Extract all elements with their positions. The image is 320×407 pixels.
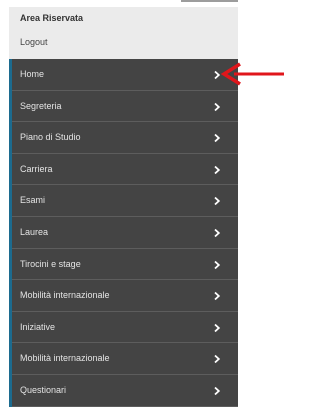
menu-item-mobilita-internazionale[interactable]: Mobilità internazionale [12,280,238,312]
sidebar-header: Area Riservata Logout [9,7,238,59]
menu-item-iniziative[interactable]: Iniziative [12,312,238,344]
menu-item-tirocini-e-stage[interactable]: Tirocini e stage [12,249,238,281]
menu-item-piano-di-studio[interactable]: Piano di Studio [12,122,238,154]
chevron-right-icon [214,355,221,364]
chevron-right-icon [214,386,221,396]
menu-item-laurea[interactable]: Laurea [12,217,238,249]
menu-item-label: Tirocini e stage [20,258,81,269]
menu-item-carriera[interactable]: Carriera [12,154,238,186]
sidebar-menu: Area Riservata Logout Home Segreteria Pi… [9,7,238,407]
menu-item-label: Laurea [20,226,49,237]
chevron-right-icon [214,197,221,206]
top-divider [181,0,238,2]
menu-item-label: Piano di Studio [20,132,81,143]
area-riservata-title: Area Riservata [20,13,84,23]
menu-item-label: Carriera [20,163,53,174]
chevron-right-icon [214,102,221,111]
menu-item-esami[interactable]: Esami [12,185,238,217]
menu-item-mobilita-internazionale-2[interactable]: Mobilità internazionale [12,343,238,375]
logout-link[interactable]: Logout [20,37,48,47]
menu-item-label: Iniziative [20,321,56,332]
chevron-right-icon [214,165,221,174]
chevron-right-icon [214,291,221,301]
menu-item-label: Questionari [20,384,67,395]
menu-item-questionari[interactable]: Questionari [12,375,238,407]
menu-item-segreteria[interactable]: Segreteria [12,91,238,123]
menu-item-label: Home [20,69,45,79]
red-arrow-icon [220,62,284,86]
menu-item-label: Mobilità internazionale [20,353,110,364]
chevron-right-icon [214,228,221,238]
chevron-right-icon [214,134,221,143]
chevron-right-icon [214,260,221,269]
menu-item-label: Segreteria [20,100,62,111]
menu-item-home[interactable]: Home [12,59,238,91]
chevron-right-icon [214,323,221,332]
menu-item-label: Mobilità internazionale [20,290,110,301]
menu-list: Home Segreteria Piano di Studio Carriera… [12,59,238,407]
menu-item-label: Esami [20,195,46,206]
